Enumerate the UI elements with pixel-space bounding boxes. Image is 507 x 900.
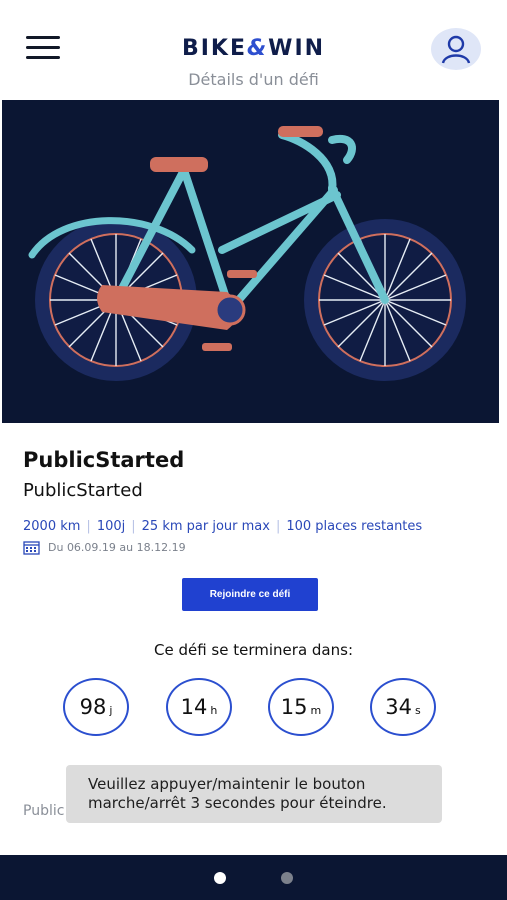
page-indicator-2[interactable] bbox=[281, 872, 293, 884]
challenge-dates: Du 06.09.19 au 18.12.19 bbox=[23, 540, 483, 555]
challenge-subtitle: PublicStarted bbox=[23, 480, 143, 501]
handlebar-grip bbox=[278, 126, 323, 137]
dates-text: Du 06.09.19 au 18.12.19 bbox=[48, 541, 186, 554]
challenge-stats: 2000 km | 100j | 25 km par jour max | 100 plac… bbox=[23, 519, 423, 534]
countdown-days: 98 j bbox=[63, 678, 129, 736]
user-icon bbox=[441, 35, 471, 64]
challenge-details: PublicStarted PublicStarted 2000 km | 100j… bbox=[23, 440, 483, 555]
countdown-minutes: 15 m bbox=[268, 678, 334, 736]
calendar-icon bbox=[23, 541, 40, 555]
app-header: BIKE&WIN Détails d'un défi bbox=[0, 0, 507, 100]
join-challenge-button[interactable]: Rejoindre ce défi bbox=[182, 578, 318, 611]
stat-places: 100 places restantes bbox=[286, 519, 423, 534]
saddle bbox=[150, 157, 208, 172]
challenge-title: PublicStarted bbox=[23, 448, 185, 472]
countdown-label: Ce défi se terminera dans: bbox=[154, 641, 353, 659]
section-label: Public bbox=[23, 803, 65, 819]
bicycle-illustration bbox=[28, 126, 466, 381]
system-toast: Veuillez appuyer/maintenir le bouton mar… bbox=[66, 765, 442, 823]
crank-hub bbox=[214, 294, 246, 326]
pager-footer bbox=[0, 855, 507, 900]
challenge-image bbox=[2, 100, 499, 423]
stat-daily-max: 25 km par jour max bbox=[141, 519, 270, 534]
page-subtitle: Détails d'un défi bbox=[188, 70, 319, 89]
page-indicator-1[interactable] bbox=[214, 872, 226, 884]
stat-duration: 100j bbox=[96, 519, 126, 534]
profile-button[interactable] bbox=[431, 28, 481, 70]
countdown-hours: 14 h bbox=[166, 678, 232, 736]
stat-distance: 2000 km bbox=[23, 519, 81, 534]
countdown-seconds: 34 s bbox=[370, 678, 436, 736]
